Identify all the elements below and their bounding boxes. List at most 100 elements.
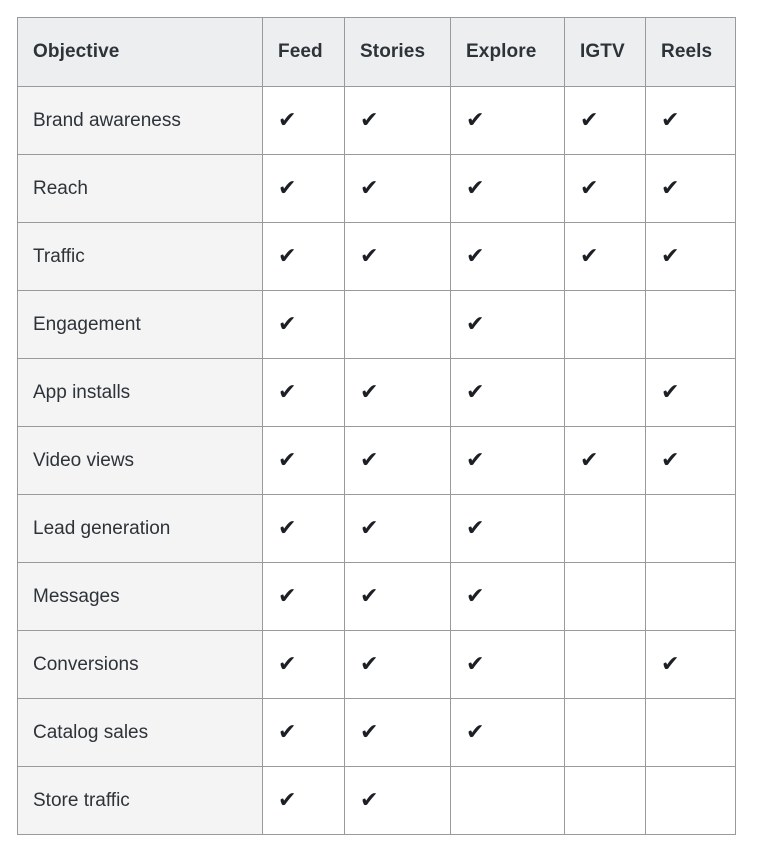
checkmark-icon: ✔ bbox=[278, 311, 297, 337]
support-cell-feed: ✔ bbox=[262, 358, 345, 427]
checkmark-icon: ✔ bbox=[278, 107, 297, 133]
support-cell-reels: ✔ bbox=[645, 494, 736, 563]
checkmark-icon: ✔ bbox=[466, 447, 485, 473]
table-row: Reach ✔ ✔ ✔ ✔ ✔ bbox=[17, 154, 736, 223]
checkmark-icon: ✔ bbox=[661, 175, 680, 201]
column-header-feed: Feed bbox=[262, 17, 345, 87]
objective-label-cell: Messages bbox=[17, 562, 263, 631]
support-cell-explore: ✔ bbox=[450, 290, 565, 359]
support-cell-stories: ✔ bbox=[344, 698, 451, 767]
table-row: Messages✔✔✔✔✔ bbox=[17, 562, 736, 631]
checkmark-icon: ✔ bbox=[466, 583, 485, 609]
support-cell-feed: ✔ bbox=[262, 630, 345, 699]
support-cell-reels: ✔ bbox=[645, 562, 736, 631]
objective-label-cell: Lead generation bbox=[17, 494, 263, 563]
support-cell-feed: ✔ bbox=[262, 494, 345, 563]
support-cell-explore: ✔ bbox=[450, 766, 565, 835]
support-cell-explore: ✔ bbox=[450, 222, 565, 291]
checkmark-icon: ✔ bbox=[661, 379, 680, 405]
checkmark-icon: ✔ bbox=[278, 583, 297, 609]
objective-placement-table: Objective Feed Stories Explore IGTV Reel… bbox=[17, 17, 736, 835]
checkmark-icon: ✔ bbox=[466, 311, 485, 337]
support-cell-igtv: ✔ bbox=[564, 154, 646, 223]
checkmark-icon: ✔ bbox=[360, 107, 379, 133]
support-cell-igtv: ✔ bbox=[564, 426, 646, 495]
support-cell-stories: ✔ bbox=[344, 562, 451, 631]
support-cell-igtv: ✔ bbox=[564, 290, 646, 359]
support-cell-stories: ✔ bbox=[344, 86, 451, 155]
support-cell-igtv: ✔ bbox=[564, 766, 646, 835]
table-header: Objective Feed Stories Explore IGTV Reel… bbox=[17, 17, 736, 87]
checkmark-icon: ✔ bbox=[360, 719, 379, 745]
support-cell-explore: ✔ bbox=[450, 426, 565, 495]
table-row: Conversions ✔ ✔ ✔ ✔ ✔ bbox=[17, 630, 736, 699]
objective-placement-table-container: Objective Feed Stories Explore IGTV Reel… bbox=[17, 17, 736, 835]
checkmark-icon: ✔ bbox=[360, 379, 379, 405]
checkmark-icon: ✔ bbox=[466, 515, 485, 541]
column-header-stories: Stories bbox=[344, 17, 451, 87]
support-cell-explore: ✔ bbox=[450, 358, 565, 427]
table-row: Video views ✔ ✔ ✔ ✔ ✔ bbox=[17, 426, 736, 495]
checkmark-icon: ✔ bbox=[278, 651, 297, 677]
support-cell-stories: ✔ bbox=[344, 358, 451, 427]
checkmark-icon: ✔ bbox=[360, 243, 379, 269]
checkmark-icon: ✔ bbox=[661, 107, 680, 133]
checkmark-icon: ✔ bbox=[360, 515, 379, 541]
objective-label-cell: Brand awareness bbox=[17, 86, 263, 155]
support-cell-stories: ✔ bbox=[344, 290, 451, 359]
support-cell-igtv: ✔ bbox=[564, 494, 646, 563]
support-cell-reels: ✔ bbox=[645, 86, 736, 155]
checkmark-icon: ✔ bbox=[278, 175, 297, 201]
support-cell-reels: ✔ bbox=[645, 154, 736, 223]
support-cell-feed: ✔ bbox=[262, 426, 345, 495]
support-cell-explore: ✔ bbox=[450, 562, 565, 631]
column-header-reels: Reels bbox=[645, 17, 736, 87]
support-cell-reels: ✔ bbox=[645, 426, 736, 495]
checkmark-icon: ✔ bbox=[466, 107, 485, 133]
support-cell-feed: ✔ bbox=[262, 154, 345, 223]
checkmark-icon: ✔ bbox=[661, 243, 680, 269]
checkmark-icon: ✔ bbox=[278, 787, 297, 813]
table-row: App installs ✔ ✔ ✔ ✔ ✔ bbox=[17, 358, 736, 427]
checkmark-icon: ✔ bbox=[580, 243, 599, 269]
objective-label-cell: App installs bbox=[17, 358, 263, 427]
table-row: Traffic ✔ ✔ ✔ ✔ ✔ bbox=[17, 222, 736, 291]
checkmark-icon: ✔ bbox=[278, 719, 297, 745]
support-cell-explore: ✔ bbox=[450, 698, 565, 767]
objective-label-cell: Store traffic bbox=[17, 766, 263, 835]
table-row: Store traffic✔✔✔✔✔ bbox=[17, 766, 736, 835]
support-cell-feed: ✔ bbox=[262, 290, 345, 359]
support-cell-feed: ✔ bbox=[262, 698, 345, 767]
checkmark-icon: ✔ bbox=[580, 107, 599, 133]
support-cell-stories: ✔ bbox=[344, 154, 451, 223]
objective-label-cell: Conversions bbox=[17, 630, 263, 699]
support-cell-stories: ✔ bbox=[344, 222, 451, 291]
checkmark-icon: ✔ bbox=[278, 515, 297, 541]
support-cell-stories: ✔ bbox=[344, 494, 451, 563]
checkmark-icon: ✔ bbox=[661, 447, 680, 473]
support-cell-stories: ✔ bbox=[344, 766, 451, 835]
checkmark-icon: ✔ bbox=[661, 651, 680, 677]
table-body: Brand awareness ✔ ✔ ✔ ✔ ✔ Reach ✔ ✔ ✔ ✔ ✔ Traffic ✔ ✔ ✔… bbox=[17, 86, 736, 835]
support-cell-igtv: ✔ bbox=[564, 358, 646, 427]
support-cell-igtv: ✔ bbox=[564, 630, 646, 699]
support-cell-igtv: ✔ bbox=[564, 562, 646, 631]
checkmark-icon: ✔ bbox=[360, 787, 379, 813]
objective-label-cell: Reach bbox=[17, 154, 263, 223]
support-cell-reels: ✔ bbox=[645, 698, 736, 767]
support-cell-feed: ✔ bbox=[262, 86, 345, 155]
table-row: Catalog sales✔✔✔✔✔ bbox=[17, 698, 736, 767]
checkmark-icon: ✔ bbox=[580, 447, 599, 473]
checkmark-icon: ✔ bbox=[466, 651, 485, 677]
support-cell-stories: ✔ bbox=[344, 630, 451, 699]
checkmark-icon: ✔ bbox=[466, 243, 485, 269]
support-cell-stories: ✔ bbox=[344, 426, 451, 495]
support-cell-feed: ✔ bbox=[262, 222, 345, 291]
support-cell-explore: ✔ bbox=[450, 630, 565, 699]
support-cell-igtv: ✔ bbox=[564, 86, 646, 155]
checkmark-icon: ✔ bbox=[466, 175, 485, 201]
objective-label-cell: Engagement bbox=[17, 290, 263, 359]
support-cell-igtv: ✔ bbox=[564, 698, 646, 767]
support-cell-reels: ✔ bbox=[645, 222, 736, 291]
column-header-explore: Explore bbox=[450, 17, 565, 87]
